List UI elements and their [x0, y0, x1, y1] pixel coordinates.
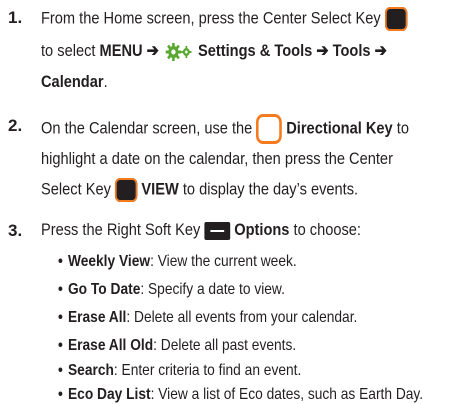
- bullet: •: [58, 337, 63, 354]
- step-text: From the Home screen, press the Center S…: [41, 8, 381, 28]
- step-1-line-3: Calendar.: [41, 72, 108, 92]
- menu-label: MENU: [99, 41, 143, 60]
- center-select-key-icon: [114, 178, 138, 202]
- step-text: to: [396, 118, 409, 138]
- option-term: Go To Date: [67, 281, 141, 298]
- option-term: Eco Day List: [67, 386, 151, 403]
- bullet: •: [58, 386, 63, 403]
- list-item: • Weekly View: View the current week.: [58, 253, 297, 271]
- step-text: highlight a date on the calendar, then p…: [41, 149, 393, 168]
- list-item: • Erase All: Delete all events from your …: [58, 309, 357, 327]
- center-select-key-icon: [384, 7, 408, 31]
- step-text: to select: [41, 41, 96, 60]
- bullet: •: [58, 362, 63, 379]
- option-term: Erase All: [67, 309, 127, 326]
- option-desc: : View the current week.: [150, 253, 297, 270]
- step-2-line-1: On the Calendar screen, use the Directio…: [41, 114, 409, 144]
- step-2-line-2: highlight a date on the calendar, then p…: [41, 149, 393, 169]
- step-3-line-1: Press the Right Soft Key Options to choo…: [41, 220, 361, 240]
- option-desc: : Enter criteria to find an event.: [113, 362, 302, 379]
- option-desc: : Delete all events from your calendar.: [126, 309, 358, 326]
- calendar-label: Calendar: [41, 72, 104, 91]
- step-number: 1.: [8, 8, 23, 27]
- period: .: [103, 72, 108, 91]
- arrow-icon: ➔: [316, 41, 329, 60]
- bullet: •: [58, 253, 63, 270]
- options-label: Options: [234, 220, 290, 239]
- option-term: Search: [67, 362, 114, 379]
- step-text: On the Calendar screen, use the: [41, 118, 253, 138]
- tools-label: Tools: [332, 41, 371, 60]
- step-1-line-1: From the Home screen, press the Center S…: [41, 7, 408, 31]
- settings-label: Settings & Tools: [198, 41, 313, 60]
- settings-gear-icon: [165, 42, 192, 61]
- option-term: Erase All Old: [67, 337, 154, 354]
- list-item: • Search: Enter criteria to find an event…: [58, 362, 301, 380]
- list-item: • Go To Date: Specify a date to view.: [58, 281, 285, 299]
- directional-key-icon: [256, 114, 283, 144]
- step-2-line-3: Select Key VIEW to display the day’s eve…: [41, 178, 358, 202]
- step-number: 2.: [8, 116, 23, 135]
- arrow-icon: ➔: [374, 41, 387, 60]
- bullet: •: [58, 281, 63, 298]
- list-item: • Erase All Old: Delete all past events.: [58, 337, 296, 355]
- bullet: •: [58, 309, 63, 326]
- list-item: • Eco Day List: View a list of Eco dates,…: [58, 386, 423, 404]
- step-text: to choose:: [293, 220, 361, 239]
- view-label: VIEW: [141, 179, 179, 199]
- step-text: Press the Right Soft Key: [41, 220, 201, 239]
- right-soft-key-icon: [204, 221, 231, 240]
- step-number: 3.: [8, 221, 23, 240]
- step-1-line-2: to select MENU ➔ Settings & Tools ➔ Tool…: [41, 41, 387, 61]
- directional-key-label: Directional Key: [286, 118, 393, 138]
- option-term: Weekly View: [67, 253, 151, 270]
- option-desc: : Specify a date to view.: [140, 281, 285, 298]
- step-text: to display the day’s events.: [182, 179, 359, 199]
- step-text: Select Key: [41, 179, 111, 199]
- option-desc: : View a list of Eco dates, such as Eart…: [150, 386, 424, 403]
- arrow-icon: ➔: [146, 41, 159, 60]
- option-desc: : Delete all past events.: [153, 337, 297, 354]
